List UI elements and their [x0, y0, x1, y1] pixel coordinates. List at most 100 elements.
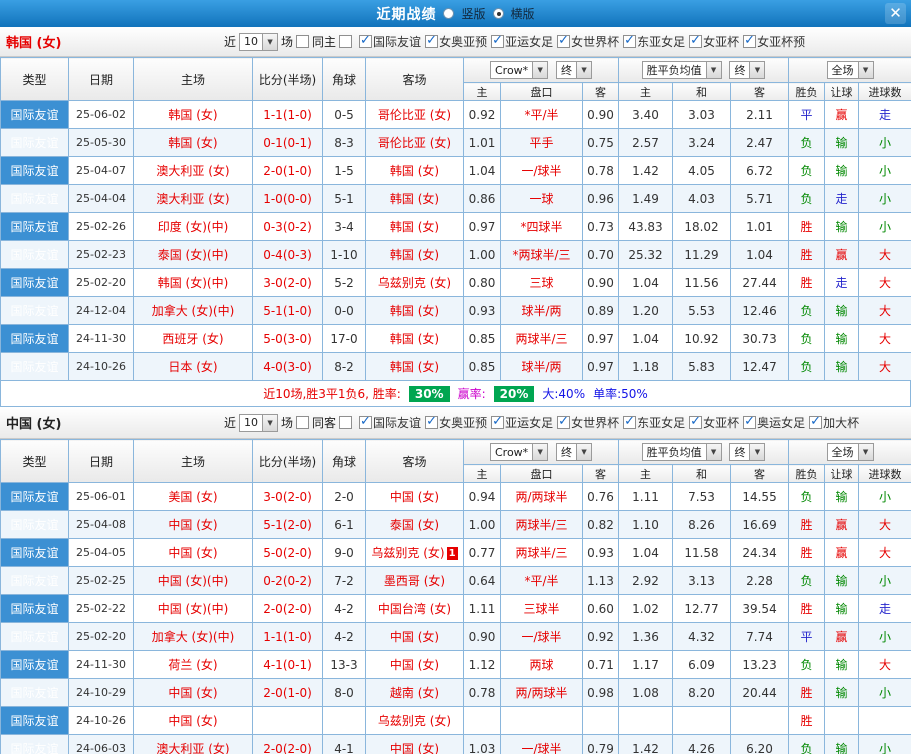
- match-type[interactable]: 国际友谊: [0, 184, 69, 213]
- league-checkbox[interactable]: [743, 33, 757, 48]
- away-team[interactable]: 韩国 (女): [365, 156, 464, 185]
- league-checkbox[interactable]: [689, 33, 703, 48]
- away-team[interactable]: 乌兹别克 (女): [365, 268, 464, 297]
- same-venue-checkbox[interactable]: [296, 35, 310, 48]
- league-checkbox[interactable]: [491, 33, 505, 48]
- home-team[interactable]: 荷兰 (女): [133, 650, 253, 679]
- league-filter[interactable]: 女亚杯: [689, 33, 739, 50]
- match-type[interactable]: 国际友谊: [0, 156, 69, 185]
- home-team[interactable]: 中国 (女)(中): [133, 566, 253, 595]
- match-type[interactable]: 国际友谊: [0, 650, 69, 679]
- league-checkbox[interactable]: [425, 33, 439, 48]
- away-team[interactable]: 墨西哥 (女): [365, 566, 464, 595]
- match-type[interactable]: 国际友谊: [0, 510, 69, 539]
- league-filter[interactable]: 国际友谊: [359, 414, 421, 431]
- bookmaker-select[interactable]: Crow* ▼: [489, 61, 549, 79]
- home-team[interactable]: 中国 (女): [133, 706, 253, 735]
- league-checkbox[interactable]: [623, 414, 637, 429]
- home-team[interactable]: 韩国 (女): [133, 100, 253, 129]
- final-odds-select[interactable]: 终 ▼: [556, 61, 593, 79]
- secondary-checkbox[interactable]: [339, 35, 353, 48]
- away-team[interactable]: 乌兹别克 (女): [365, 706, 464, 735]
- away-team[interactable]: 韩国 (女): [365, 352, 464, 381]
- league-filter[interactable]: 女奥亚预: [425, 414, 487, 431]
- horizontal-layout-radio[interactable]: [492, 8, 504, 19]
- home-team[interactable]: 澳大利亚 (女): [133, 734, 253, 754]
- scope-select[interactable]: 全场 ▼: [826, 443, 874, 461]
- league-filter[interactable]: 东亚女足: [623, 414, 685, 431]
- away-team[interactable]: 韩国 (女): [365, 184, 464, 213]
- away-team[interactable]: 哥伦比亚 (女): [365, 128, 464, 157]
- away-team[interactable]: 哥伦比亚 (女): [365, 100, 464, 129]
- home-team[interactable]: 中国 (女): [133, 510, 253, 539]
- home-team[interactable]: 中国 (女): [133, 678, 253, 707]
- league-checkbox[interactable]: [743, 414, 757, 429]
- home-team[interactable]: 中国 (女): [133, 538, 253, 567]
- league-filter[interactable]: 亚运女足: [491, 33, 553, 50]
- away-team[interactable]: 中国台湾 (女): [365, 594, 464, 623]
- league-filter[interactable]: 奥运女足: [743, 414, 805, 431]
- home-team[interactable]: 韩国 (女): [133, 128, 253, 157]
- away-team[interactable]: 越南 (女): [365, 678, 464, 707]
- home-team[interactable]: 中国 (女)(中): [133, 594, 253, 623]
- match-type[interactable]: 国际友谊: [0, 706, 69, 735]
- final-euro-select[interactable]: 终 ▼: [729, 443, 766, 461]
- league-checkbox[interactable]: [491, 414, 505, 429]
- away-team[interactable]: 乌兹别克 (女) 1: [365, 538, 464, 567]
- bookmaker-select[interactable]: Crow* ▼: [489, 443, 549, 461]
- home-team[interactable]: 西班牙 (女): [133, 324, 253, 353]
- home-team[interactable]: 泰国 (女)(中): [133, 240, 253, 269]
- league-filter[interactable]: 女世界杯: [557, 33, 619, 50]
- match-type[interactable]: 国际友谊: [0, 128, 69, 157]
- match-type[interactable]: 国际友谊: [0, 566, 69, 595]
- final-euro-select[interactable]: 终 ▼: [729, 61, 766, 79]
- league-checkbox[interactable]: [809, 414, 823, 429]
- away-team[interactable]: 韩国 (女): [365, 296, 464, 325]
- home-team[interactable]: 加拿大 (女)(中): [133, 296, 253, 325]
- euro-odds-select[interactable]: 胜平负均值 ▼: [641, 61, 722, 79]
- away-team[interactable]: 泰国 (女): [365, 510, 464, 539]
- home-team[interactable]: 加拿大 (女)(中): [133, 622, 253, 651]
- home-team[interactable]: 澳大利亚 (女): [133, 156, 253, 185]
- match-type[interactable]: 国际友谊: [0, 734, 69, 754]
- league-filter[interactable]: 女亚杯预: [743, 33, 805, 50]
- league-checkbox[interactable]: [359, 414, 373, 429]
- match-type[interactable]: 国际友谊: [0, 594, 69, 623]
- horizontal-layout-label[interactable]: 横版: [511, 5, 535, 22]
- away-team[interactable]: 中国 (女): [365, 622, 464, 651]
- league-filter[interactable]: 加大杯: [809, 414, 859, 431]
- match-type[interactable]: 国际友谊: [0, 482, 69, 511]
- secondary-checkbox[interactable]: [339, 416, 353, 429]
- league-filter[interactable]: 国际友谊: [359, 33, 421, 50]
- match-type[interactable]: 国际友谊: [0, 100, 69, 129]
- close-icon[interactable]: ✕: [885, 3, 906, 24]
- match-type[interactable]: 国际友谊: [0, 268, 69, 297]
- match-type[interactable]: 国际友谊: [0, 296, 69, 325]
- league-checkbox[interactable]: [623, 33, 637, 48]
- league-checkbox[interactable]: [689, 414, 703, 429]
- euro-odds-select[interactable]: 胜平负均值 ▼: [641, 443, 722, 461]
- league-filter[interactable]: 女世界杯: [557, 414, 619, 431]
- scope-select[interactable]: 全场 ▼: [826, 61, 874, 79]
- vertical-layout-label[interactable]: 竖版: [461, 5, 485, 22]
- league-checkbox[interactable]: [557, 33, 571, 48]
- away-team[interactable]: 中国 (女): [365, 650, 464, 679]
- league-filter[interactable]: 女奥亚预: [425, 33, 487, 50]
- match-type[interactable]: 国际友谊: [0, 212, 69, 241]
- league-checkbox[interactable]: [425, 414, 439, 429]
- away-team[interactable]: 韩国 (女): [365, 240, 464, 269]
- vertical-layout-radio[interactable]: [443, 8, 455, 19]
- match-type[interactable]: 国际友谊: [0, 538, 69, 567]
- match-type[interactable]: 国际友谊: [0, 240, 69, 269]
- match-type[interactable]: 国际友谊: [0, 622, 69, 651]
- same-venue-checkbox[interactable]: [296, 416, 310, 429]
- home-team[interactable]: 日本 (女): [133, 352, 253, 381]
- away-team[interactable]: 中国 (女): [365, 734, 464, 754]
- league-filter[interactable]: 亚运女足: [491, 414, 553, 431]
- recent-count-select[interactable]: 10 ▼: [239, 32, 279, 51]
- match-type[interactable]: 国际友谊: [0, 678, 69, 707]
- final-odds-select[interactable]: 终 ▼: [556, 443, 593, 461]
- match-type[interactable]: 国际友谊: [0, 352, 69, 381]
- league-checkbox[interactable]: [557, 414, 571, 429]
- home-team[interactable]: 印度 (女)(中): [133, 212, 253, 241]
